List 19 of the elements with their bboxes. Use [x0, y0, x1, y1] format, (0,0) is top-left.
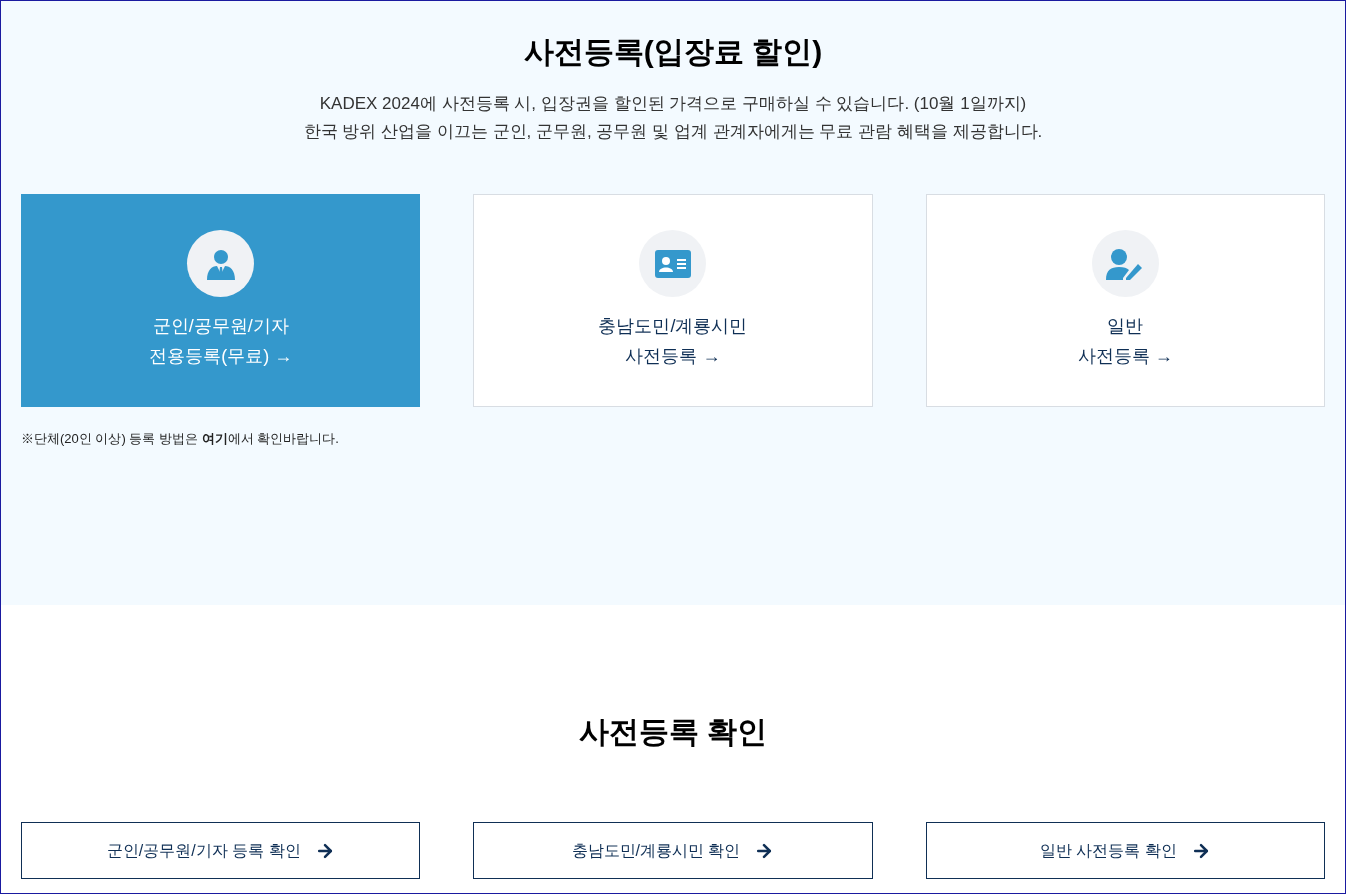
- check-registration-button[interactable]: 군인/공무원/기자 등록 확인: [21, 822, 421, 879]
- id-card-icon: [655, 249, 691, 278]
- card-label: 군인/공무원/기자: [152, 315, 289, 338]
- description-text: KADEX 2024에 사전등록 시, 입장권을 할인된 가격으로 구매하실 수 있습니다. (10월 1일까지): [319, 93, 1027, 115]
- businessman-icon: [205, 247, 236, 280]
- description-text: 한국 방위 산업을 이끄는 군인, 군무원, 공무원 및 업계 관계자에게는 무료 관람 혜택을 제공합니다.: [303, 121, 1043, 143]
- card-label: 충남도민/계룡시민: [598, 315, 748, 338]
- registration-card[interactable]: 충남도민/계룡시민 사전등록 →: [473, 194, 873, 407]
- check-registration-button[interactable]: 일반 사전등록 확인: [925, 822, 1325, 879]
- section-title: 사전등록(입장료 할인): [523, 34, 823, 70]
- registration-card[interactable]: 일반 사전등록 →: [925, 194, 1325, 407]
- user-edit-icon: [1106, 247, 1145, 280]
- card-label: 사전등록 →: [625, 345, 721, 368]
- check-registration-button[interactable]: 충남도민/계룡시민 확인: [473, 822, 873, 879]
- group-registration-note: ※단체(20인 이상) 등록 방법은 여기에서 확인바랍니다.: [21, 430, 339, 448]
- card-label: 일반: [1107, 315, 1144, 338]
- section-title: 사전등록 확인: [578, 714, 768, 750]
- card-label: 전용등록(무료) →: [149, 345, 293, 368]
- card-label: 사전등록 →: [1077, 345, 1173, 368]
